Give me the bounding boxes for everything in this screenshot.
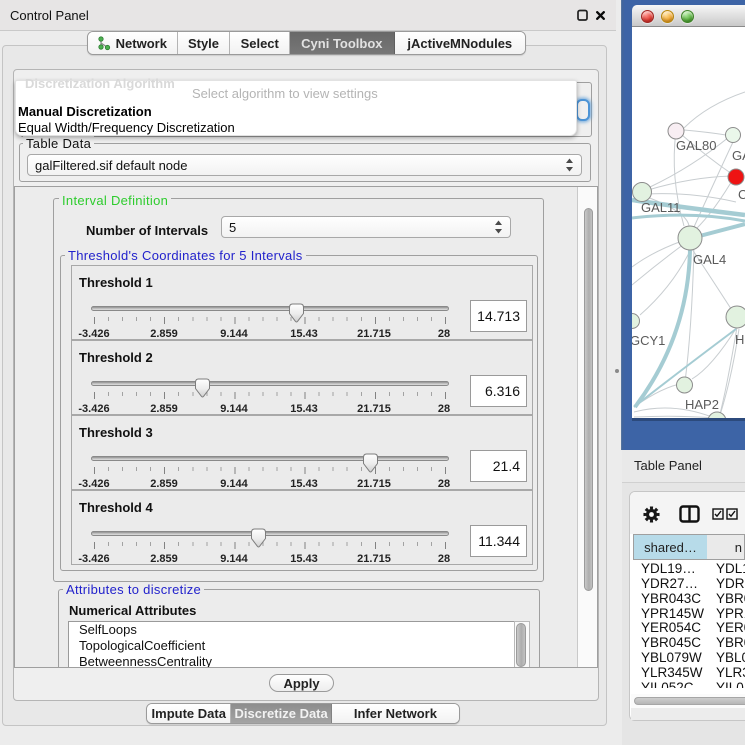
svg-text:C: C xyxy=(738,187,745,202)
svg-text:GAL80: GAL80 xyxy=(676,138,716,153)
svg-text:HAP2: HAP2 xyxy=(685,397,719,412)
svg-text:GAL4: GAL4 xyxy=(693,252,726,267)
svg-text:H: H xyxy=(735,332,744,347)
svg-text:GA: GA xyxy=(732,148,745,163)
svg-text:GAL11: GAL11 xyxy=(641,200,681,215)
svg-text:GCY1: GCY1 xyxy=(632,333,665,348)
